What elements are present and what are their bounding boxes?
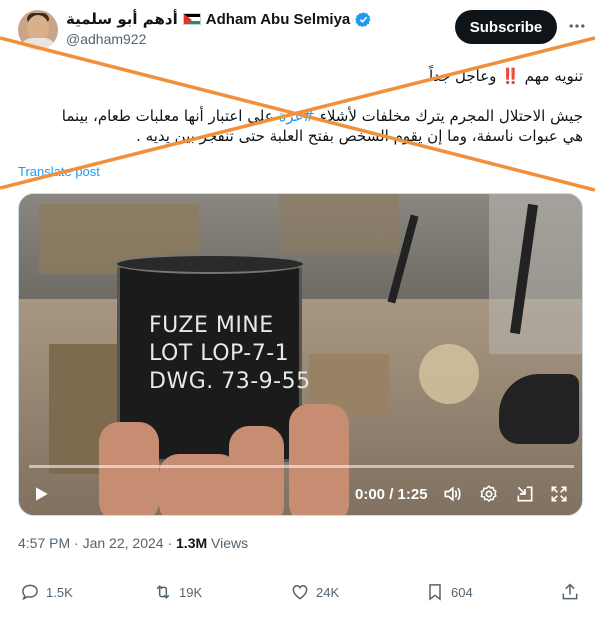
subscribe-button[interactable]: Subscribe [455,10,557,44]
reply-button[interactable]: 1.5K [20,582,73,602]
fullscreen-icon[interactable] [549,484,569,504]
author-handle[interactable]: @adham922 [66,31,372,47]
avatar[interactable] [18,10,58,50]
tweet-line-2-end: على اعتبار أنها معلبات طعام، بينما [61,107,279,125]
tweet-meta: 4:57 PM · Jan 22, 2024 · 1.3M Views [18,535,249,551]
tweet-line-2-start: جيش الاحتلال المجرم يترك مخلفات لأشلاء [315,107,583,125]
tweet-text: تنويه مهم ‼️ وعاجل جداً جيش الاحتلال الم… [18,66,583,146]
ellipsis-icon[interactable] [567,16,587,36]
reply-count: 1.5K [46,584,73,600]
bookmark-button[interactable]: 604 [425,582,473,602]
hashtag-link[interactable]: #غزة [278,107,315,125]
tweet-line-1: تنويه مهم ‼️ وعاجل جداً [428,67,583,85]
palestine-flag-icon [182,13,201,25]
bookmark-icon [429,584,441,601]
play-icon[interactable] [31,484,51,504]
share-button[interactable] [560,582,580,602]
video-progress-bar[interactable] [29,465,574,468]
tweet-header: أدهم أبو سلمية Adham Abu Selmiya @adham9… [18,8,588,52]
verified-badge-icon [355,11,371,27]
author-name-row[interactable]: أدهم أبو سلمية Adham Abu Selmiya [66,10,372,28]
can-label-line: FUZE MINE [149,313,274,338]
repost-count: 19K [179,584,203,600]
share-icon [562,583,578,600]
heart-icon [292,584,308,600]
views-label: Views [211,535,249,551]
tweet-line-3: هي عبوات ناسفة، وما إن يقوم الشخص بفتح ا… [136,127,583,145]
minimize-player-icon[interactable] [515,484,535,504]
bookmark-count: 604 [451,584,473,600]
volume-icon[interactable] [442,484,462,504]
can-label-line: LOT LOP-7-1 [149,341,290,366]
tweet-line-2: جيش الاحتلال المجرم يترك مخلفات لأشلاء #… [18,106,583,126]
can-label-text: FUZE MINE LOT LOP-7-1 DWG. 73-9-55 [149,312,311,396]
author-name-ar[interactable]: أدهم أبو سلمية [66,10,178,28]
post-date[interactable]: Jan 22, 2024 [83,535,164,551]
hand [99,422,159,515]
like-button[interactable]: 24K [290,582,339,602]
author-block: أدهم أبو سلمية Adham Abu Selmiya @adham9… [66,10,372,47]
author-name-en[interactable]: Adham Abu Selmiya [206,11,350,28]
video-player[interactable]: FUZE MINE LOT LOP-7-1 DWG. 73-9-55 0:00 … [18,193,583,516]
video-time: 0:00 / 1:25 [355,486,428,503]
tweet-actions: 1.5K 19K 24K 604 [18,582,583,606]
repost-button[interactable]: 19K [153,582,202,602]
like-count: 24K [316,584,340,600]
post-time[interactable]: 4:57 PM [18,535,70,551]
reply-icon [22,584,38,601]
translate-post-link[interactable]: Translate post [18,164,100,179]
repost-icon [156,585,170,599]
views-count: 1.3M [176,535,208,551]
settings-gear-icon[interactable] [479,484,499,504]
can-label-line: DWG. 73-9-55 [149,369,311,394]
